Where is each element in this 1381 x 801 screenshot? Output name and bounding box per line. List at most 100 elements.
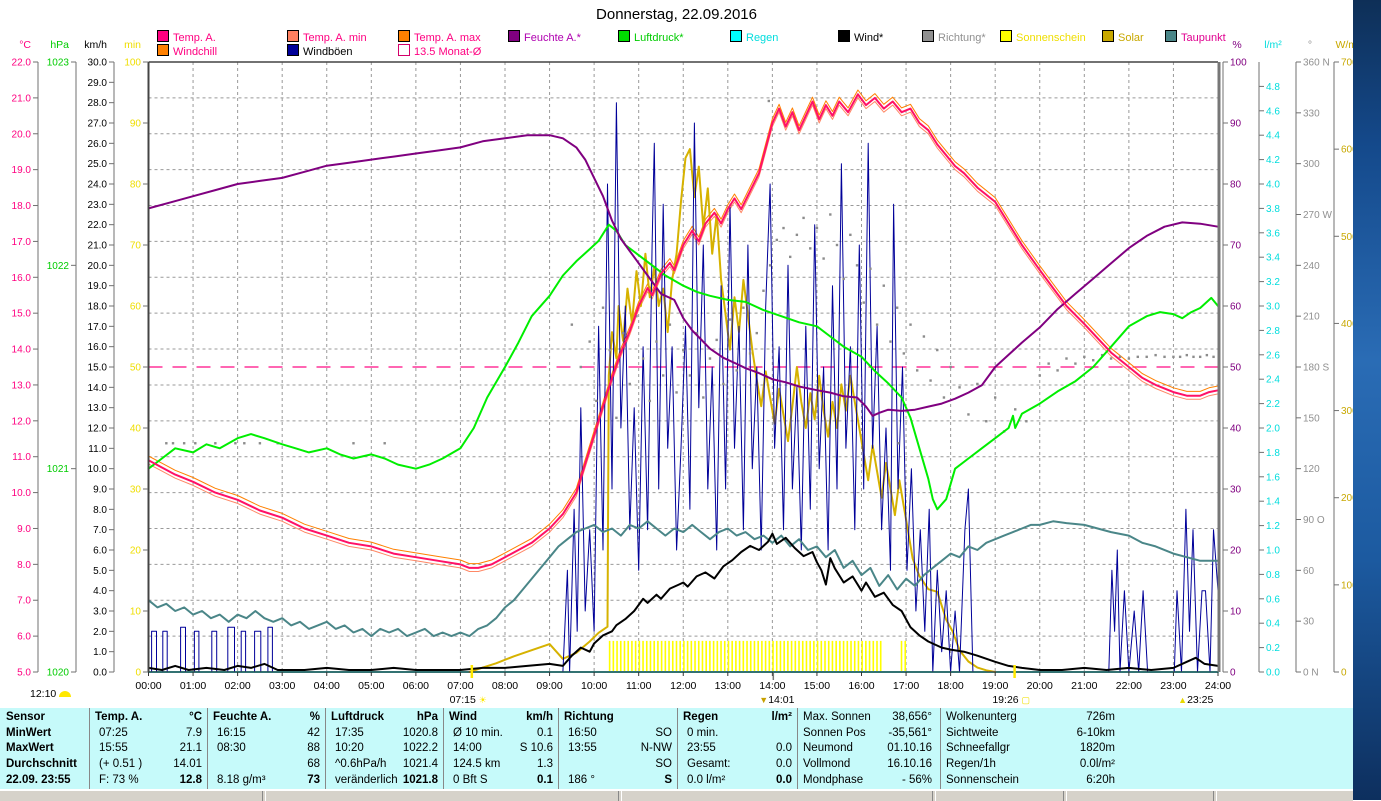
svg-text:11.0: 11.0	[12, 452, 31, 463]
svg-text:10:00: 10:00	[581, 680, 607, 692]
table-cell: 1021.4	[402, 758, 438, 771]
table-cell: Feuchte A.	[213, 711, 272, 723]
table-cell: 1.3	[537, 758, 553, 771]
svg-text:50: 50	[130, 363, 142, 374]
svg-text:20: 20	[1230, 546, 1242, 557]
svg-text:2.2: 2.2	[1266, 399, 1280, 410]
svg-text:1023: 1023	[47, 58, 70, 69]
table-cell: Schneefallgr	[946, 742, 1010, 755]
svg-text:23.0: 23.0	[88, 200, 108, 211]
table-cell: Wolkenunterg	[946, 711, 1017, 723]
svg-text:90: 90	[130, 119, 142, 130]
table-cell: Temp. A.	[95, 711, 143, 723]
svg-text:°C: °C	[19, 39, 31, 51]
svg-text:23:00: 23:00	[1160, 680, 1186, 692]
svg-text:2.0: 2.0	[93, 627, 107, 638]
svg-text:20:00: 20:00	[1027, 680, 1053, 692]
table-cell: km/h	[526, 711, 553, 723]
svg-text:10: 10	[130, 607, 142, 618]
svg-text:16:00: 16:00	[848, 680, 874, 692]
svg-text:60: 60	[1230, 302, 1242, 313]
table-cell: 0.0	[776, 742, 792, 755]
svg-text:18.0: 18.0	[88, 302, 108, 313]
sunrise-icon: ☀	[478, 695, 487, 705]
svg-text:08:00: 08:00	[492, 680, 518, 692]
table-cell: 88	[307, 742, 320, 755]
arrow-down-icon: ▼	[759, 695, 769, 705]
svg-text:03:00: 03:00	[269, 680, 295, 692]
axis-marker-1401: ▼14:01	[759, 694, 795, 706]
svg-text:0.4: 0.4	[1266, 619, 1280, 630]
svg-text:6.0: 6.0	[17, 632, 31, 643]
table-cell: Sonnen Pos	[803, 726, 866, 739]
table-cell: 186 °	[568, 773, 595, 786]
svg-text:12.0: 12.0	[12, 416, 32, 427]
axis-marker-1210: 12:10	[30, 688, 72, 700]
svg-text:19:00: 19:00	[982, 680, 1008, 692]
table-cell: 1020.8	[402, 726, 438, 739]
svg-text:13:00: 13:00	[715, 680, 741, 692]
table-cell: 23:55	[687, 742, 716, 755]
svg-text:11.0: 11.0	[88, 444, 107, 455]
svg-text:30.0: 30.0	[88, 58, 108, 69]
svg-text:24.0: 24.0	[88, 180, 108, 191]
svg-text:3.0: 3.0	[93, 607, 107, 618]
svg-text:°: °	[1308, 39, 1312, 51]
svg-text:80: 80	[130, 180, 142, 191]
table-cell: 14:00	[453, 742, 482, 755]
table-cell: Sonnenschein	[946, 773, 1019, 786]
table-cell: 0.1	[537, 726, 553, 739]
table-cell: Richtung	[564, 711, 614, 723]
svg-text:04:00: 04:00	[314, 680, 340, 692]
svg-text:0.6: 0.6	[1266, 594, 1280, 605]
svg-text:5.0: 5.0	[17, 668, 31, 679]
svg-text:90: 90	[1230, 119, 1242, 130]
svg-text:270 W: 270 W	[1303, 210, 1332, 221]
svg-text:min: min	[124, 39, 141, 51]
svg-text:25.0: 25.0	[88, 159, 108, 170]
svg-text:05:00: 05:00	[358, 680, 384, 692]
svg-text:1020: 1020	[47, 668, 70, 679]
svg-text:100: 100	[124, 58, 141, 69]
svg-text:3.4: 3.4	[1266, 253, 1280, 264]
table-cell: Durchschnitt	[6, 758, 77, 771]
svg-text:21:00: 21:00	[1071, 680, 1097, 692]
table-divider	[558, 708, 559, 789]
table-cell: hPa	[416, 711, 438, 723]
table-cell: 38,656°	[892, 711, 932, 723]
svg-text:02:00: 02:00	[224, 680, 250, 692]
svg-text:21.0: 21.0	[12, 93, 32, 104]
table-cell: 73	[307, 773, 320, 786]
desktop-edge	[1353, 0, 1381, 800]
table-cell: (+ 0.51 )	[99, 758, 143, 771]
svg-text:40: 40	[130, 424, 142, 435]
table-cell: 42	[307, 726, 320, 739]
table-cell: 124.5 km	[453, 758, 501, 771]
svg-text:12.0: 12.0	[88, 424, 108, 435]
axis-marker-0715: 07:15 ☀	[449, 694, 487, 706]
svg-text:7.0: 7.0	[93, 525, 107, 536]
svg-text:15.0: 15.0	[88, 363, 108, 374]
table-cell: %	[309, 711, 320, 723]
svg-text:22.0: 22.0	[88, 220, 108, 231]
table-cell: 68	[307, 758, 320, 771]
svg-text:16.0: 16.0	[88, 342, 108, 353]
svg-text:1022: 1022	[47, 261, 70, 272]
svg-text:3.6: 3.6	[1266, 228, 1280, 239]
svg-text:19.0: 19.0	[88, 281, 108, 292]
svg-text:16.0: 16.0	[12, 273, 32, 284]
table-cell: °C	[189, 711, 202, 723]
table-cell: 14.01	[173, 758, 202, 771]
svg-text:80: 80	[1230, 180, 1242, 191]
table-cell: 08:30	[217, 742, 246, 755]
table-cell: S 10.6	[519, 742, 553, 755]
table-cell: SO	[655, 726, 672, 739]
svg-text:4.0: 4.0	[1266, 180, 1280, 191]
svg-text:24:00: 24:00	[1205, 680, 1231, 692]
svg-text:2.4: 2.4	[1266, 375, 1280, 386]
svg-text:4.8: 4.8	[1266, 82, 1280, 93]
svg-text:120: 120	[1303, 464, 1320, 475]
table-cell: 726m	[1086, 711, 1115, 723]
svg-text:28.0: 28.0	[88, 98, 108, 109]
table-cell: Mondphase	[803, 773, 864, 786]
